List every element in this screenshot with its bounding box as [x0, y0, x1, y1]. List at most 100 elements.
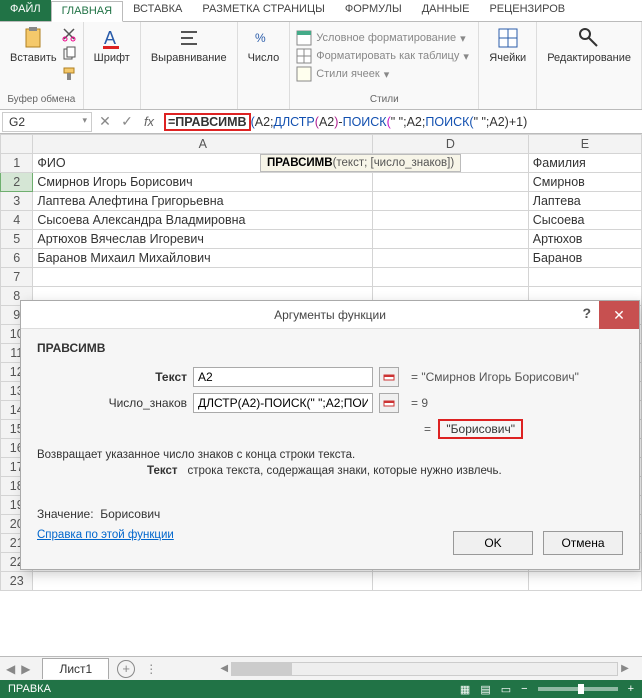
dialog-description: Возвращает указанное число знаков с конц… [37, 449, 623, 461]
cell[interactable]: Баранов [528, 249, 641, 268]
sheet-tab-bar: ◀ ▶ Лист1 + ⋮ ◀ ▶ [0, 656, 642, 680]
view-page-icon[interactable]: ▤ [480, 683, 490, 696]
row-header[interactable]: 23 [1, 572, 33, 591]
group-font: A Шрифт [84, 22, 141, 109]
row-header[interactable]: 2 [1, 173, 33, 192]
cell[interactable]: Артюхов [528, 230, 641, 249]
tab-review[interactable]: РЕЦЕНЗИРОВ [479, 0, 575, 21]
cell[interactable]: Смирнов Игорь Борисович [33, 173, 373, 192]
dialog-result-preview: "Борисович" [438, 419, 523, 439]
cancel-formula-icon[interactable]: ✕ [94, 113, 116, 130]
cell[interactable]: Смирнов [528, 173, 641, 192]
sheet-nav-prev-icon[interactable]: ◀ [6, 662, 15, 676]
group-styles-label: Стили [370, 92, 399, 107]
zoom-slider[interactable] [538, 687, 618, 691]
cell[interactable]: Лаптева [528, 192, 641, 211]
tab-file[interactable]: ФАЙЛ [0, 0, 51, 21]
number-label: Число [248, 52, 280, 64]
collapse-dialog-icon[interactable] [379, 367, 399, 387]
dialog-value-row: Значение: Борисович [37, 507, 623, 521]
row-header[interactable]: 4 [1, 211, 33, 230]
arg-text-eval: = "Смирнов Игорь Борисович" [411, 370, 579, 384]
row-header[interactable]: 5 [1, 230, 33, 249]
horizontal-scrollbar[interactable] [231, 662, 618, 676]
view-normal-icon[interactable]: ▦ [460, 683, 470, 696]
collapse-dialog-icon[interactable] [379, 393, 399, 413]
svg-text:%: % [255, 31, 266, 45]
sheet-tab[interactable]: Лист1 [42, 658, 109, 679]
enter-formula-icon[interactable]: ✓ [116, 113, 138, 130]
tab-formulas[interactable]: ФОРМУЛЫ [335, 0, 412, 21]
function-help-link[interactable]: Справка по этой функции [37, 529, 174, 541]
group-editing: Редактирование [537, 22, 642, 109]
ribbon: Вставить Буфер обмена A Шрифт Выравниван… [0, 22, 642, 110]
name-box[interactable]: G2 [2, 112, 92, 132]
cond-format-button[interactable]: Условное форматирование ▾ [296, 30, 472, 46]
row-header[interactable]: 1 [1, 154, 33, 173]
cut-icon[interactable] [61, 26, 77, 42]
dialog-title-text: Аргументы функции [274, 308, 386, 322]
col-header-A[interactable]: A [33, 135, 373, 154]
paste-button[interactable]: Вставить [6, 24, 61, 84]
arg-numchars-input[interactable] [193, 393, 373, 413]
col-header-E[interactable]: E [528, 135, 641, 154]
sheet-nav-next-icon[interactable]: ▶ [21, 662, 30, 676]
cell[interactable]: Артюхов Вячеслав Игоревич [33, 230, 373, 249]
dialog-arg-description: Текстстрока текста, содержащая знаки, ко… [147, 465, 623, 477]
copy-icon[interactable] [61, 46, 77, 62]
cell[interactable] [373, 230, 529, 249]
align-button[interactable]: Выравнивание [147, 24, 231, 66]
function-args-dialog: Аргументы функции ? ✕ ПРАВСИМВ Текст = "… [20, 300, 640, 570]
cell[interactable]: Лаптева Алефтина Григорьевна [33, 192, 373, 211]
scroll-right-icon[interactable]: ▶ [618, 663, 632, 674]
font-label: Шрифт [94, 52, 130, 64]
cancel-button[interactable]: Отмена [543, 531, 623, 555]
select-all-corner[interactable] [1, 135, 33, 154]
function-tooltip: ПРАВСИМВ(текст; [число_знаков]) [260, 154, 461, 172]
format-table-button[interactable]: Форматировать как таблицу ▾ [296, 48, 472, 64]
dialog-titlebar[interactable]: Аргументы функции ? ✕ [21, 301, 639, 329]
number-button[interactable]: % Число [244, 24, 284, 66]
cell[interactable] [373, 211, 529, 230]
tab-data[interactable]: ДАННЫЕ [412, 0, 480, 21]
dialog-help-icon[interactable]: ? [582, 305, 591, 321]
status-bar: ПРАВКА ▦ ▤ ▭ − + [0, 680, 642, 698]
tab-home[interactable]: ГЛАВНАЯ [51, 1, 123, 22]
cell[interactable]: Сысоева Александра Владмировна [33, 211, 373, 230]
fx-icon[interactable]: fx [138, 114, 160, 129]
row-header[interactable]: 3 [1, 192, 33, 211]
col-header-D[interactable]: D [373, 135, 529, 154]
cell[interactable] [373, 173, 529, 192]
tab-layout[interactable]: РАЗМЕТКА СТРАНИЦЫ [192, 0, 334, 21]
cell-styles-button[interactable]: Стили ячеек ▾ [296, 66, 472, 82]
row-header[interactable]: 6 [1, 249, 33, 268]
cell[interactable]: Фамилия [528, 154, 641, 173]
cells-label: Ячейки [489, 52, 526, 64]
add-sheet-icon[interactable]: + [117, 660, 135, 678]
cell[interactable]: Сысоева [528, 211, 641, 230]
cell[interactable] [33, 268, 373, 287]
dialog-function-name: ПРАВСИМВ [37, 341, 623, 355]
row-header[interactable]: 7 [1, 268, 33, 287]
cells-button[interactable]: Ячейки [485, 24, 530, 66]
group-cells: Ячейки [479, 22, 537, 109]
arg-text-label: Текст [37, 370, 187, 384]
zoom-in-icon[interactable]: + [628, 683, 634, 695]
arg-text-input[interactable] [193, 367, 373, 387]
scrollbar-thumb[interactable] [232, 663, 292, 675]
cell[interactable] [373, 192, 529, 211]
cell[interactable]: Баранов Михаил Михайлович [33, 249, 373, 268]
ok-button[interactable]: OK [453, 531, 533, 555]
font-button[interactable]: A Шрифт [90, 24, 134, 66]
zoom-out-icon[interactable]: − [521, 683, 527, 695]
editing-button[interactable]: Редактирование [543, 24, 635, 66]
paste-label: Вставить [10, 52, 57, 64]
cell[interactable] [373, 249, 529, 268]
tab-insert[interactable]: ВСТАВКА [123, 0, 192, 21]
format-painter-icon[interactable] [61, 66, 77, 82]
group-styles: Условное форматирование ▾ Форматировать … [290, 22, 479, 109]
dialog-close-icon[interactable]: ✕ [599, 301, 639, 329]
view-break-icon[interactable]: ▭ [501, 683, 511, 696]
scroll-left-icon[interactable]: ◀ [217, 663, 231, 674]
formula-input[interactable]: =ПРАВСИМВ(A2;ДЛСТР(A2)-ПОИСК(" ";A2;ПОИС… [160, 111, 642, 133]
